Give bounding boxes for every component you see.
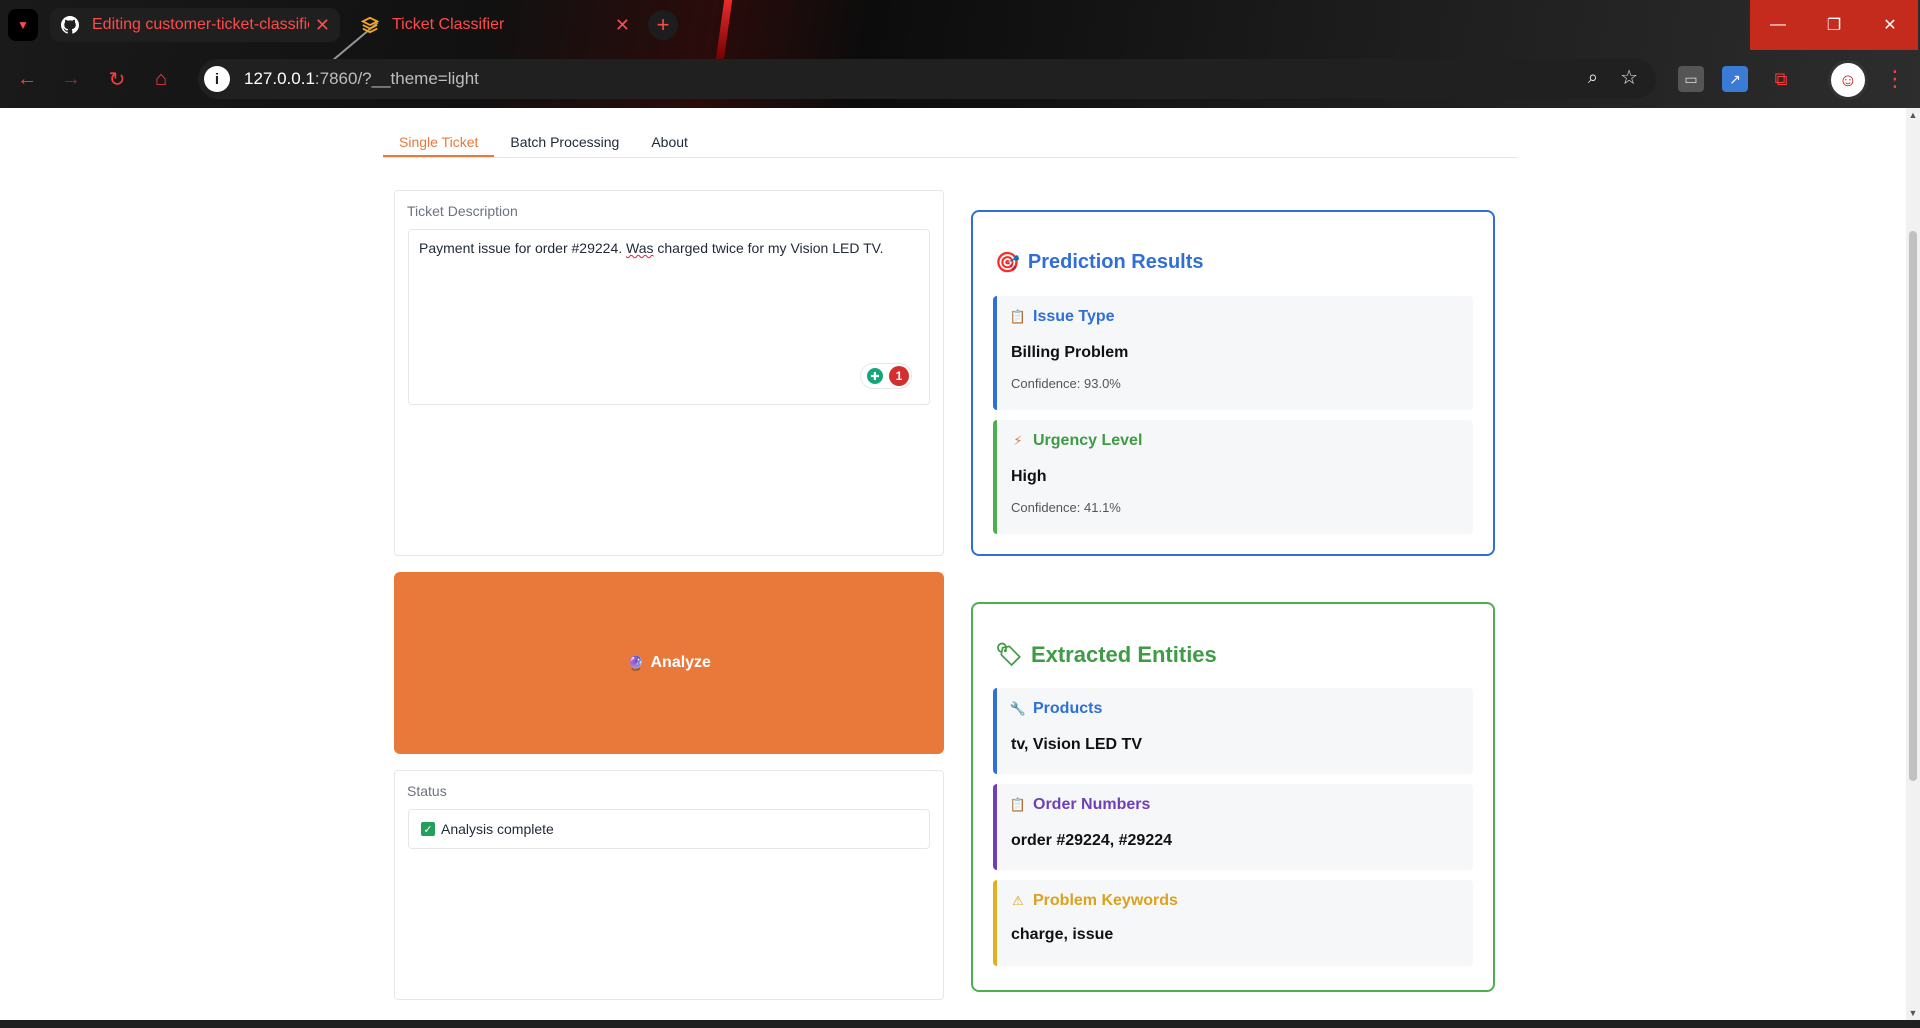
site-info-icon[interactable]: i xyxy=(204,66,230,92)
order-numbers-section: 📋 Order Numbers order #29224, #29224 xyxy=(993,784,1473,870)
misspelled-word: Was xyxy=(626,240,654,256)
urgency-level-confidence: Confidence: 41.1% xyxy=(1011,500,1121,515)
products-value: tv, Vision LED TV xyxy=(1011,736,1142,753)
extensions-puzzle-icon[interactable]: ⧉ xyxy=(1768,66,1794,92)
status-label: Status xyxy=(407,783,447,799)
tab-title: Editing customer-ticket-classifie xyxy=(92,16,309,33)
tab-search-button[interactable]: ▼ xyxy=(8,9,38,41)
browser-chrome: ▼ Editing customer-ticket-classifie ✕ Ti… xyxy=(0,0,1920,108)
bookmark-star-icon[interactable]: ☆ xyxy=(1620,65,1638,90)
profile-avatar[interactable]: ☺ xyxy=(1828,60,1868,100)
problem-keywords-value: charge, issue xyxy=(1011,926,1114,943)
page-scrollbar[interactable]: ▲ ▼ xyxy=(1906,108,1920,1020)
restore-button[interactable]: ❐ xyxy=(1806,0,1862,50)
lightning-icon: ⚡ xyxy=(1013,433,1023,448)
github-icon xyxy=(60,15,80,35)
tab-single-ticket[interactable]: Single Ticket xyxy=(383,128,495,157)
reload-icon[interactable]: ↻ xyxy=(102,64,132,94)
browser-tab-github[interactable]: Editing customer-ticket-classifie ✕ xyxy=(50,8,340,42)
forward-arrow-icon[interactable]: → xyxy=(56,64,86,94)
products-label: Products xyxy=(1033,700,1103,717)
extension-icon[interactable]: ↗ xyxy=(1722,66,1748,92)
problem-keywords-label: Problem Keywords xyxy=(1033,892,1178,909)
issue-type-label: Issue Type xyxy=(1033,308,1115,325)
wrench-icon: 🔧 xyxy=(1009,701,1027,716)
prediction-results-card: 🎯 Prediction Results 📋 Issue Type Billin… xyxy=(971,210,1495,556)
status-panel: Status ✓ Analysis complete xyxy=(394,770,944,1000)
browser-tab-ticket-classifier[interactable]: Ticket Classifier ✕ xyxy=(350,8,640,42)
warning-icon: ⚠ xyxy=(1012,893,1024,908)
extracted-entities-card: 🏷 Extracted Entities 🔧 Products tv, Visi… xyxy=(971,602,1495,992)
app-page: Single Ticket Batch Processing About Tic… xyxy=(0,108,1906,1020)
problem-keywords-section: ⚠ Problem Keywords charge, issue xyxy=(993,880,1473,966)
prediction-results-title: Prediction Results xyxy=(1027,251,1204,273)
analyze-label: Analyze xyxy=(650,654,711,671)
status-field: ✓ Analysis complete xyxy=(408,809,930,849)
close-tab-icon[interactable]: ✕ xyxy=(315,15,330,36)
app-tab-bar: Single Ticket Batch Processing About xyxy=(383,128,1517,158)
issue-type-heading: 📋 Issue Type xyxy=(1009,308,1115,326)
description-text: Payment issue for order #29224. xyxy=(419,240,627,256)
ticket-description-input[interactable]: Payment issue for order #29224. Was char… xyxy=(408,229,930,405)
tab-title: Ticket Classifier xyxy=(392,16,505,33)
description-text: charged twice for my Vision LED TV. xyxy=(653,240,884,256)
status-value: Analysis complete xyxy=(441,821,554,837)
layers-icon xyxy=(360,15,380,35)
ticket-description-label: Ticket Description xyxy=(407,203,518,219)
issue-type-value: Billing Problem xyxy=(1011,344,1129,361)
products-section: 🔧 Products tv, Vision LED TV xyxy=(993,688,1473,774)
new-tab-button[interactable]: + xyxy=(648,10,678,40)
order-numbers-heading: 📋 Order Numbers xyxy=(1009,796,1151,814)
home-icon[interactable]: ⌂ xyxy=(146,64,176,94)
tab-batch-processing[interactable]: Batch Processing xyxy=(494,128,635,157)
urgency-level-section: ⚡ Urgency Level High Confidence: 41.1% xyxy=(993,420,1473,534)
urgency-level-value: High xyxy=(1011,468,1047,485)
zoom-icon[interactable]: ⌕ xyxy=(1588,67,1598,88)
urgency-level-label: Urgency Level xyxy=(1033,432,1143,449)
grammarly-widget[interactable]: ✚ 1 xyxy=(860,363,912,389)
scroll-up-arrow-icon[interactable]: ▲ xyxy=(1908,110,1918,120)
address-bar[interactable]: i 127.0.0.1:7860/?__theme=light ⌕ ☆ xyxy=(198,59,1656,99)
browser-menu-icon[interactable]: ⋮ xyxy=(1884,66,1906,92)
close-window-button[interactable]: ✕ xyxy=(1862,0,1918,50)
products-heading: 🔧 Products xyxy=(1009,700,1103,718)
clipboard-icon: 📋 xyxy=(1009,797,1027,812)
minimize-button[interactable]: — xyxy=(1750,0,1806,50)
extracted-entities-heading: 🏷 Extracted Entities xyxy=(995,642,1217,668)
url-text[interactable]: 127.0.0.1:7860/?__theme=light xyxy=(244,69,479,89)
order-numbers-value: order #29224, #29224 xyxy=(1011,832,1173,849)
prediction-results-heading: 🎯 Prediction Results xyxy=(995,250,1204,275)
close-tab-icon[interactable]: ✕ xyxy=(615,15,630,36)
tab-strip: ▼ Editing customer-ticket-classifie ✕ Ti… xyxy=(0,0,1920,50)
taskbar-edge xyxy=(0,1020,1920,1028)
extension-icon[interactable]: ▭ xyxy=(1678,66,1704,92)
scroll-down-arrow-icon[interactable]: ▼ xyxy=(1908,1008,1918,1018)
grammarly-bulb-icon: ✚ xyxy=(867,368,883,384)
target-icon: 🎯 xyxy=(995,252,1020,274)
order-numbers-label: Order Numbers xyxy=(1033,796,1151,813)
crystal-ball-icon: 🔮 xyxy=(627,654,645,671)
clipboard-icon: 📋 xyxy=(1009,309,1027,324)
url-host: 127.0.0.1 xyxy=(244,69,315,88)
extracted-entities-title: Extracted Entities xyxy=(1030,642,1217,667)
tab-about[interactable]: About xyxy=(635,128,704,157)
browser-toolbar: ← → ↻ ⌂ i 127.0.0.1:7860/?__theme=light … xyxy=(0,56,1920,102)
grammarly-count-badge: 1 xyxy=(889,366,909,386)
tag-icon: 🏷 xyxy=(995,642,1023,667)
url-path: :7860/?__theme=light xyxy=(314,69,479,88)
scrollbar-thumb[interactable] xyxy=(1909,231,1917,781)
issue-type-confidence: Confidence: 93.0% xyxy=(1011,376,1121,391)
urgency-level-heading: ⚡ Urgency Level xyxy=(1011,432,1142,450)
back-arrow-icon[interactable]: ← xyxy=(12,64,42,94)
check-icon: ✓ xyxy=(421,822,435,836)
analyze-button[interactable]: 🔮 Analyze xyxy=(394,572,944,754)
problem-keywords-heading: ⚠ Problem Keywords xyxy=(1011,892,1178,910)
issue-type-section: 📋 Issue Type Billing Problem Confidence:… xyxy=(993,296,1473,410)
